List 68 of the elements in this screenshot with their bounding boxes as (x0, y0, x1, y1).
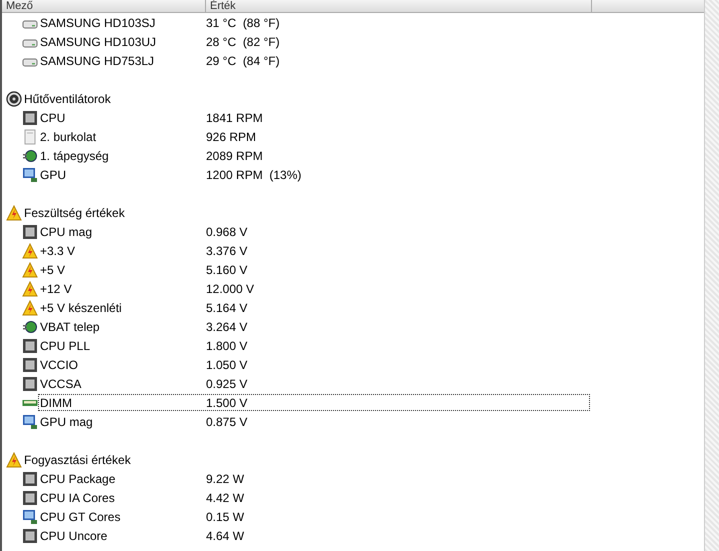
field-name[interactable]: SAMSUNG HD753LJ (39, 54, 206, 68)
monitor-icon (22, 414, 38, 430)
warning-icon (6, 452, 22, 468)
field-value: 1.050 V (206, 358, 248, 372)
case-icon (22, 128, 38, 144)
chip-icon (22, 376, 38, 392)
plug-icon (22, 318, 38, 334)
field-value: 0.875 V (206, 414, 248, 428)
field-name[interactable]: +5 V készenléti (39, 300, 206, 314)
warning-icon (22, 280, 38, 296)
column-header[interactable]: Mező (2, 0, 206, 12)
group-label[interactable]: Hűtőventilátorok (24, 92, 111, 106)
field-name[interactable]: +5 V (39, 262, 206, 276)
field-name[interactable]: VCCSA (39, 376, 206, 390)
field-value: 3.376 V (206, 244, 248, 258)
chip-icon (22, 470, 38, 486)
field-value: 4.64 W (206, 528, 244, 542)
field-name[interactable]: GPU (39, 168, 206, 182)
warning-icon (6, 204, 22, 220)
field-value: 29 °C (84 °F) (206, 54, 280, 68)
monitor-icon (22, 508, 38, 524)
field-value: 12.000 V (206, 282, 254, 296)
field-name[interactable]: SAMSUNG HD103SJ (39, 16, 206, 30)
field-value: 5.160 V (206, 262, 248, 276)
field-value: 0.925 V (206, 376, 248, 390)
field-value: 28 °C (82 °F) (206, 34, 280, 48)
field-value: 3.264 V (206, 320, 248, 334)
field-name[interactable]: CPU Uncore (39, 528, 206, 542)
warning-icon (22, 242, 38, 258)
warning-icon (22, 262, 38, 278)
field-value: 1200 RPM (13%) (206, 168, 302, 182)
chip-icon (22, 356, 38, 372)
chip-icon (22, 490, 38, 506)
field-name[interactable]: 1. tápegység (39, 148, 206, 162)
monitor-icon (22, 166, 38, 182)
field-name[interactable]: +3.3 V (39, 244, 206, 258)
field-name[interactable]: CPU IA Cores (39, 490, 206, 504)
scrollbar[interactable] (704, 0, 719, 551)
field-name[interactable]: CPU PLL (39, 338, 206, 352)
field-value: 2089 RPM (206, 148, 263, 162)
field-name[interactable]: CPU mag (39, 224, 206, 238)
field-value: 0.968 V (206, 224, 248, 238)
field-value: 0.15 W (206, 510, 244, 524)
chip-icon (22, 110, 38, 126)
chip-icon (22, 528, 38, 544)
fan-icon (6, 90, 22, 106)
field-name[interactable]: CPU (39, 110, 206, 124)
field-name[interactable]: +12 V (39, 282, 206, 296)
field-value: 5.164 V (206, 300, 248, 314)
field-name[interactable]: 2. burkolat (39, 130, 206, 144)
field-name[interactable]: SAMSUNG HD103UJ (39, 34, 206, 48)
warning-icon (22, 300, 38, 316)
field-value: 9.22 W (206, 472, 244, 486)
field-name[interactable]: VCCIO (39, 358, 206, 372)
field-name[interactable]: CPU Package (39, 472, 206, 486)
field-value: 1.800 V (206, 338, 248, 352)
field-value: 4.42 W (206, 490, 244, 504)
plug-icon (22, 148, 38, 164)
field-name[interactable]: CPU GT Cores (39, 510, 206, 524)
chip-icon (22, 338, 38, 354)
field-value: 31 °C (88 °F) (206, 16, 280, 30)
field-name[interactable]: VBAT telep (39, 320, 206, 334)
group-label[interactable]: Fogyasztási értékek (24, 452, 131, 466)
chip-icon (22, 224, 38, 240)
group-label[interactable]: Feszültség értékek (24, 206, 125, 220)
field-name[interactable]: GPU mag (39, 414, 206, 428)
field-value: 926 RPM (206, 130, 256, 144)
field-value: 1841 RPM (206, 110, 263, 124)
